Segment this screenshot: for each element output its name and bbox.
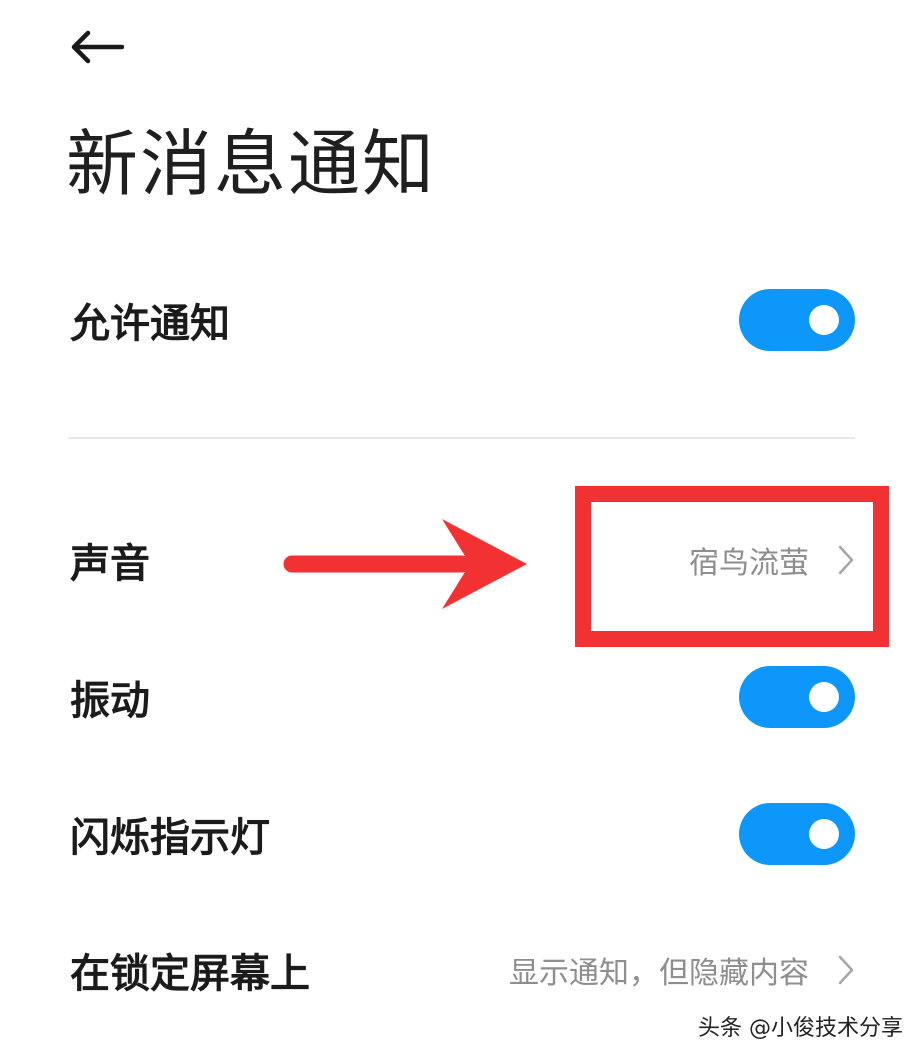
arrow-left-icon <box>71 30 124 64</box>
section-divider <box>68 437 855 439</box>
vibration-row[interactable]: 振动 <box>70 657 855 737</box>
lock-screen-value: 显示通知，但隐藏内容 <box>509 956 809 991</box>
sound-label: 声音 <box>70 541 150 587</box>
toggle-knob <box>809 819 839 849</box>
lock-screen-value-group: 显示通知，但隐藏内容 <box>509 948 855 992</box>
chevron-right-icon <box>837 544 855 576</box>
indicator-light-label: 闪烁指示灯 <box>70 815 270 861</box>
sound-value-group: 宿鸟流萤 <box>689 538 855 582</box>
vibration-toggle[interactable] <box>739 666 855 728</box>
allow-notifications-label: 允许通知 <box>70 301 230 347</box>
indicator-light-toggle[interactable] <box>739 803 855 865</box>
sound-value: 宿鸟流萤 <box>689 546 809 581</box>
vibration-label: 振动 <box>70 678 150 724</box>
toggle-knob <box>809 682 839 712</box>
watermark: 头条 @小俊技术分享 <box>698 1016 903 1041</box>
allow-notifications-row[interactable]: 允许通知 <box>70 280 855 360</box>
lock-screen-label: 在锁定屏幕上 <box>70 951 310 997</box>
back-button[interactable] <box>62 18 132 76</box>
allow-notifications-toggle[interactable] <box>739 289 855 351</box>
page-title: 新消息通知 <box>66 122 437 206</box>
sound-row[interactable]: 声音 宿鸟流萤 <box>70 520 855 600</box>
chevron-right-icon <box>837 954 855 986</box>
lock-screen-row[interactable]: 在锁定屏幕上 显示通知，但隐藏内容 <box>70 930 855 1010</box>
toggle-knob <box>809 305 839 335</box>
indicator-light-row[interactable]: 闪烁指示灯 <box>70 794 855 874</box>
